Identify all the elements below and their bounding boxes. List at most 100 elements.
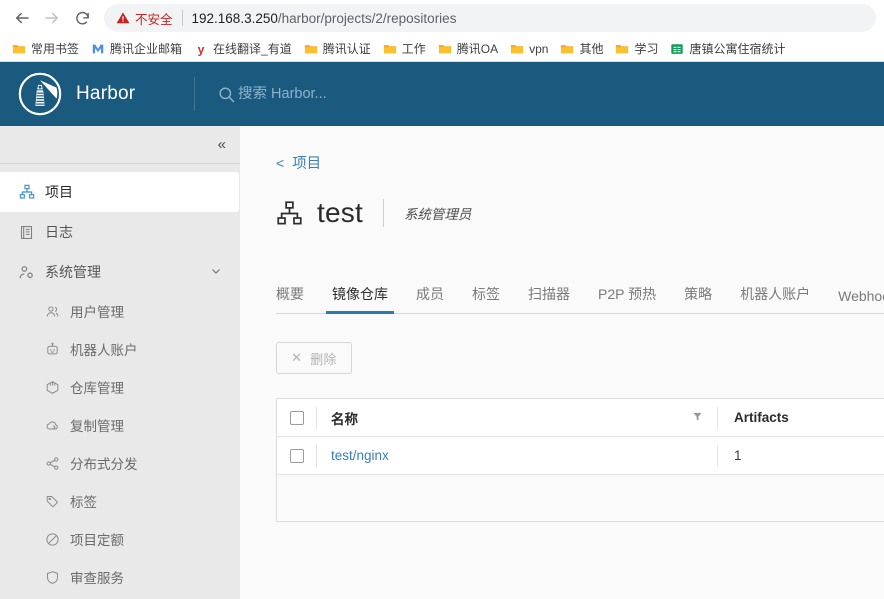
log-icon bbox=[18, 224, 35, 241]
page-title: test bbox=[317, 197, 363, 228]
tab-scanner[interactable]: 扫描器 bbox=[514, 278, 584, 313]
brand-name: Harbor bbox=[76, 83, 136, 104]
tab-robot-accounts[interactable]: 机器人账户 bbox=[726, 278, 824, 313]
bookmark-item[interactable]: 工作 bbox=[377, 38, 432, 59]
robot-icon bbox=[44, 341, 60, 357]
row-checkbox[interactable] bbox=[289, 448, 304, 463]
bookmark-item[interactable]: 学习 bbox=[609, 38, 664, 59]
column-header-label: Artifacts bbox=[734, 410, 789, 425]
row-select-cell[interactable] bbox=[277, 444, 317, 467]
sidebar-item-replications[interactable]: 复制管理 bbox=[0, 406, 240, 444]
select-all-checkbox[interactable] bbox=[289, 410, 304, 425]
title-divider bbox=[382, 199, 384, 227]
tab-p2p-preheat[interactable]: P2P 预热 bbox=[584, 278, 670, 313]
url-path: /harbor/projects/2/repositories bbox=[277, 10, 457, 26]
table-footer bbox=[277, 475, 884, 521]
sidebar-item-robot-accounts[interactable]: 机器人账户 bbox=[0, 330, 240, 368]
sidebar-item-labels[interactable]: 标签 bbox=[0, 482, 240, 520]
table-header-row: 名称 Artifacts bbox=[277, 399, 884, 437]
chevron-left-icon: < bbox=[276, 154, 285, 171]
folder-icon bbox=[383, 44, 396, 53]
tab-label: 机器人账户 bbox=[740, 286, 811, 302]
tab-label: 概要 bbox=[276, 286, 304, 302]
bookmark-item[interactable]: 其他 bbox=[554, 38, 609, 59]
reload-icon bbox=[75, 11, 89, 25]
project-role-badge: 系统管理员 bbox=[403, 207, 472, 222]
bookmarks-bar: 常用书签 腾讯企业邮箱 y 在线翻译_有道 腾讯认证 工作 腾讯OA vpn 其… bbox=[0, 36, 884, 62]
brand-area[interactable]: Harbor bbox=[0, 72, 194, 116]
column-header-name[interactable]: 名称 bbox=[317, 408, 717, 428]
tab-members[interactable]: 成员 bbox=[402, 278, 458, 313]
sidebar-item-projects[interactable]: 项目 bbox=[0, 172, 239, 212]
folder-icon bbox=[510, 44, 524, 53]
address-bar[interactable]: 不安全 192.168.3.250/harbor/projects/2/repo… bbox=[104, 4, 876, 32]
sidebar-item-logs[interactable]: 日志 bbox=[0, 212, 240, 252]
url-host: 192.168.3.250 bbox=[191, 10, 278, 26]
folder-icon bbox=[304, 44, 317, 53]
security-chip[interactable]: 不安全 bbox=[116, 9, 173, 28]
reload-button[interactable] bbox=[68, 4, 96, 32]
column-header-label: 名称 bbox=[331, 411, 358, 427]
chevron-down-icon[interactable] bbox=[210, 265, 222, 280]
back-button[interactable] bbox=[8, 4, 36, 32]
sidebar-item-label: 审查服务 bbox=[70, 571, 124, 586]
sidebar-item-label: 项目定额 bbox=[70, 533, 124, 548]
arrow-right-icon bbox=[45, 12, 58, 24]
breadcrumb[interactable]: < 项目 bbox=[276, 126, 884, 173]
sidebar-item-label: 分布式分发 bbox=[70, 457, 138, 472]
folder-icon bbox=[438, 44, 451, 53]
projects-icon bbox=[18, 184, 35, 201]
search-icon bbox=[219, 86, 235, 102]
delete-button[interactable]: ✕ 删除 bbox=[276, 342, 352, 374]
sidebar-item-distribution[interactable]: 分布式分发 bbox=[0, 444, 240, 482]
tab-summary[interactable]: 概要 bbox=[276, 278, 318, 313]
bookmark-item[interactable]: 腾讯OA bbox=[432, 38, 504, 59]
tab-repositories[interactable]: 镜像仓库 bbox=[318, 278, 402, 314]
sidebar-item-administration[interactable]: 系统管理 bbox=[0, 252, 240, 292]
app-header: Harbor bbox=[0, 62, 884, 126]
youdao-icon: y bbox=[198, 42, 205, 56]
sidebar-item-interrogation-services[interactable]: 审查服务 bbox=[0, 558, 240, 596]
sidebar-item-registries[interactable]: 仓库管理 bbox=[0, 368, 240, 406]
bookmark-label: 腾讯企业邮箱 bbox=[110, 42, 183, 56]
tag-icon bbox=[44, 493, 60, 509]
sidebar-item-project-quotas[interactable]: 项目定额 bbox=[0, 520, 240, 558]
svg-text:y: y bbox=[198, 42, 205, 56]
search-input[interactable] bbox=[238, 86, 498, 102]
column-header-artifacts[interactable]: Artifacts bbox=[717, 406, 884, 429]
bookmark-item[interactable]: y 在线翻译_有道 bbox=[188, 38, 298, 59]
forward-button[interactable] bbox=[38, 4, 66, 32]
table-row[interactable]: test/nginx 1 bbox=[277, 437, 884, 475]
quota-icon bbox=[44, 531, 60, 547]
select-all-cell[interactable] bbox=[277, 406, 317, 429]
bookmark-item[interactable]: 唐镇公寓住宿统计 bbox=[664, 38, 791, 59]
breadcrumb-label: 项目 bbox=[292, 156, 322, 172]
browser-chrome: 不安全 192.168.3.250/harbor/projects/2/repo… bbox=[0, 0, 884, 62]
chevron-double-left-icon: « bbox=[217, 136, 226, 153]
tab-label: P2P 预热 bbox=[598, 286, 657, 302]
tab-label: 标签 bbox=[472, 286, 500, 302]
tab-webhooks[interactable]: Webhooks bbox=[824, 282, 884, 313]
sidebar-item-label: 项目 bbox=[45, 184, 73, 200]
bookmark-item[interactable]: 常用书签 bbox=[6, 38, 85, 59]
sidebar-collapse-button[interactable]: « bbox=[0, 126, 240, 164]
delete-button-label: 删除 bbox=[310, 351, 337, 367]
tab-labels[interactable]: 标签 bbox=[458, 278, 514, 313]
repository-link[interactable]: test/nginx bbox=[331, 448, 389, 463]
replication-icon bbox=[44, 417, 60, 433]
sidebar-item-label: 标签 bbox=[70, 495, 97, 510]
filter-icon[interactable] bbox=[692, 410, 703, 425]
bookmark-label: 腾讯OA bbox=[456, 42, 499, 56]
bookmark-label: 腾讯认证 bbox=[322, 42, 371, 56]
bookmark-label: 其他 bbox=[579, 42, 604, 56]
sidebar-item-users[interactable]: 用户管理 bbox=[0, 292, 240, 330]
bookmark-item[interactable]: 腾讯企业邮箱 bbox=[85, 38, 188, 59]
bookmark-item[interactable]: vpn bbox=[504, 40, 554, 58]
folder-icon bbox=[561, 44, 574, 53]
bookmark-item[interactable]: 腾讯认证 bbox=[298, 38, 377, 59]
folder-icon bbox=[616, 44, 629, 53]
browser-toolbar: 不安全 192.168.3.250/harbor/projects/2/repo… bbox=[0, 0, 884, 36]
global-search[interactable] bbox=[195, 85, 884, 104]
tab-policy[interactable]: 策略 bbox=[670, 278, 726, 313]
bookmark-label: 唐镇公寓住宿统计 bbox=[689, 42, 786, 56]
